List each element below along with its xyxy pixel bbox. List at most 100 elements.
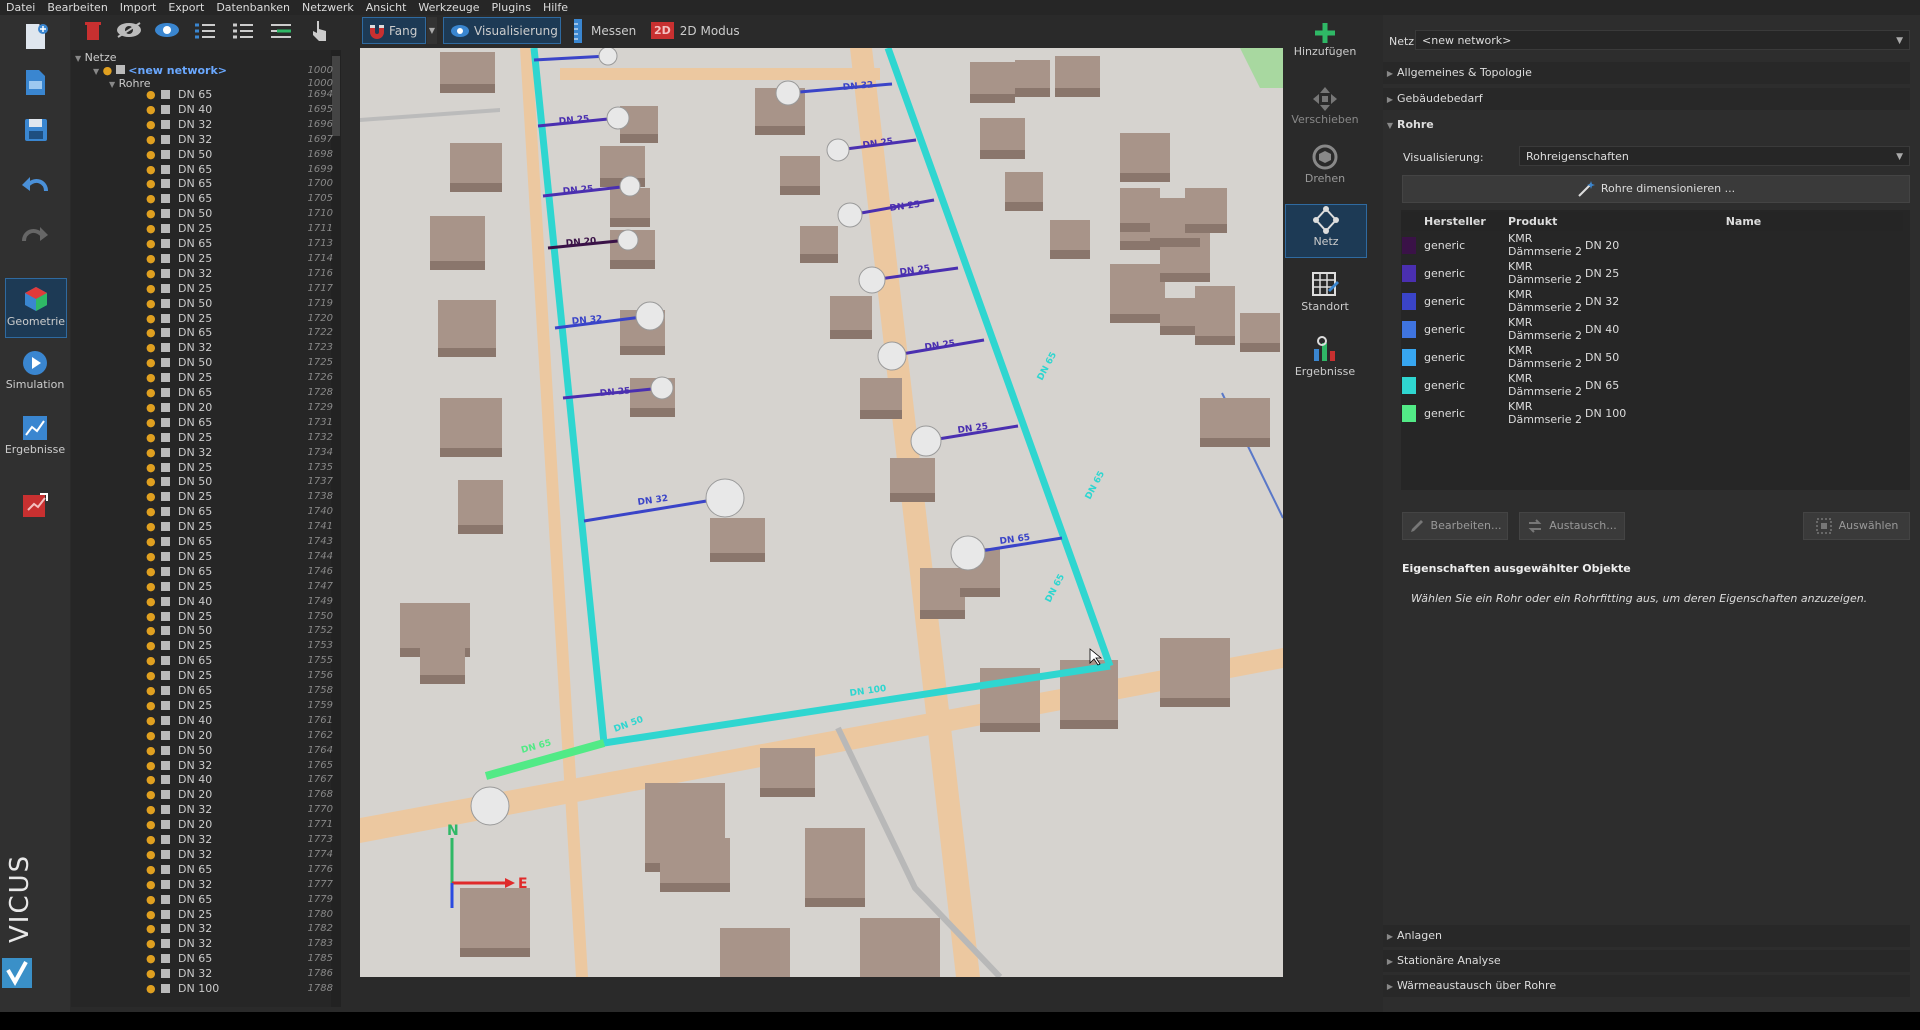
tree-pipe-item[interactable]: ● DN 40 1749: [71, 594, 341, 609]
substation-node[interactable]: [950, 535, 986, 571]
geometry-mode-button[interactable]: Geometrie: [5, 278, 67, 338]
menu-item[interactable]: Hilfe: [537, 0, 574, 15]
tree-pipe-item[interactable]: ● DN 65 1731: [71, 415, 341, 430]
checkbox-icon[interactable]: [161, 805, 170, 815]
tree-pipe-item[interactable]: ● DN 65 1694: [71, 87, 341, 102]
checkbox-icon[interactable]: [161, 179, 170, 189]
tree-pipe-item[interactable]: ● DN 25 1759: [71, 698, 341, 713]
checkbox-icon[interactable]: [161, 566, 170, 576]
bulb-icon[interactable]: ●: [146, 921, 156, 936]
checkbox-icon[interactable]: [161, 462, 170, 472]
hide-icon[interactable]: [115, 21, 143, 39]
bulb-icon[interactable]: ●: [146, 117, 156, 132]
tree-pipe-item[interactable]: ● DN 25 1753: [71, 638, 341, 653]
tree-pipe-item[interactable]: ● DN 25 1735: [71, 460, 341, 475]
tree-pipe-item[interactable]: ● DN 25 1747: [71, 579, 341, 594]
tree-pipe-item[interactable]: ● DN 50 1710: [71, 206, 341, 221]
bulb-icon[interactable]: ●: [146, 698, 156, 713]
substation-node[interactable]: [858, 266, 886, 294]
checkbox-icon[interactable]: [161, 253, 170, 263]
checkbox-icon[interactable]: [161, 700, 170, 710]
bulb-icon[interactable]: ●: [146, 653, 156, 668]
checkbox-icon[interactable]: [161, 969, 170, 979]
checkbox-icon[interactable]: [161, 715, 170, 725]
substation-node[interactable]: [910, 425, 942, 457]
bulb-icon[interactable]: ●: [146, 474, 156, 489]
bulb-icon[interactable]: ●: [146, 176, 156, 191]
menu-item[interactable]: Plugins: [486, 0, 537, 15]
tree-pipe-item[interactable]: ● DN 65 1776: [71, 862, 341, 877]
checkbox-icon[interactable]: [161, 358, 170, 368]
tree-pipe-item[interactable]: ● DN 32 1696: [71, 117, 341, 132]
bulb-icon[interactable]: ●: [146, 385, 156, 400]
bulb-icon[interactable]: ●: [146, 102, 156, 117]
bulb-icon[interactable]: ●: [146, 355, 156, 370]
tree-pipe-item[interactable]: ● DN 50 1737: [71, 474, 341, 489]
menu-item[interactable]: Export: [162, 0, 210, 15]
checkbox-icon[interactable]: [161, 626, 170, 636]
bulb-icon[interactable]: ●: [146, 445, 156, 460]
checkbox-icon[interactable]: [161, 790, 170, 800]
tree-pipe-item[interactable]: ● DN 20 1762: [71, 728, 341, 743]
checkbox-icon[interactable]: [161, 656, 170, 666]
tree-pipe-item[interactable]: ● DN 50 1719: [71, 296, 341, 311]
checkbox-icon[interactable]: [161, 954, 170, 964]
checkbox-icon[interactable]: [161, 373, 170, 383]
tree-pipe-item[interactable]: ● DN 20 1768: [71, 787, 341, 802]
checkbox-icon[interactable]: [161, 686, 170, 695]
bulb-icon[interactable]: ●: [146, 936, 156, 951]
show-icon[interactable]: [153, 21, 181, 39]
substation-node[interactable]: [598, 48, 618, 66]
checkbox-icon[interactable]: [161, 239, 170, 248]
checkbox-icon[interactable]: [161, 343, 170, 353]
bulb-icon[interactable]: ●: [146, 623, 156, 638]
measure-button[interactable]: Messen: [567, 17, 651, 44]
bulb-icon[interactable]: ●: [146, 966, 156, 981]
substation-node[interactable]: [470, 786, 510, 826]
tree-pipe-item[interactable]: ● DN 25 1738: [71, 489, 341, 504]
checkbox-icon[interactable]: [161, 820, 170, 830]
tree-pipe-item[interactable]: ● DN 32 1765: [71, 758, 341, 773]
tree-pipe-item[interactable]: ● DN 32 1734: [71, 445, 341, 460]
bulb-icon[interactable]: ●: [146, 206, 156, 221]
checkbox-icon[interactable]: [161, 849, 170, 859]
tree-pipe-item[interactable]: ● DN 50 1764: [71, 743, 341, 758]
pointer-hand-icon[interactable]: [309, 19, 329, 43]
snap-button[interactable]: Fang: [362, 17, 426, 44]
checkbox-icon[interactable]: [161, 447, 170, 457]
checkbox-icon[interactable]: [161, 835, 170, 844]
substation-node[interactable]: [837, 202, 863, 228]
bulb-icon[interactable]: ●: [146, 236, 156, 251]
tree-pipe-item[interactable]: ● DN 32 1770: [71, 802, 341, 817]
tree-pipe-item[interactable]: ● DN 20 1729: [71, 400, 341, 415]
tree-pipe-item[interactable]: ● DN 25 1714: [71, 251, 341, 266]
menu-item[interactable]: Ansicht: [360, 0, 413, 15]
bulb-icon[interactable]: ●: [146, 340, 156, 355]
checkbox-icon[interactable]: [161, 119, 170, 129]
substation-node[interactable]: [606, 106, 630, 130]
checkbox-icon[interactable]: [161, 134, 170, 144]
checkbox-icon[interactable]: [161, 909, 170, 919]
tree-pipe-item[interactable]: ● DN 65 1713: [71, 236, 341, 251]
menu-item[interactable]: Netzwerk: [296, 0, 360, 15]
checkbox-icon[interactable]: [161, 745, 170, 755]
bulb-icon[interactable]: ●: [146, 489, 156, 504]
checkbox-icon[interactable]: [161, 879, 170, 889]
bulb-icon[interactable]: ●: [146, 519, 156, 534]
bulb-icon[interactable]: ●: [146, 683, 156, 698]
tree-pipe-item[interactable]: ● DN 65 1755: [71, 653, 341, 668]
checkbox-icon[interactable]: [161, 894, 170, 904]
bulb-icon[interactable]: ●: [146, 638, 156, 653]
tree-pipe-item[interactable]: ● DN 40 1695: [71, 102, 341, 117]
open-file-button[interactable]: [5, 67, 65, 103]
checkbox-icon[interactable]: [161, 402, 170, 412]
checkbox-icon[interactable]: [161, 924, 170, 934]
filter-list-icon[interactable]: [269, 21, 293, 41]
bulb-icon[interactable]: ●: [146, 534, 156, 549]
add-button[interactable]: Hinzufügen: [1285, 21, 1365, 73]
checkbox-icon[interactable]: [161, 507, 170, 517]
bulb-icon[interactable]: ●: [146, 311, 156, 326]
checkbox-icon[interactable]: [161, 864, 170, 874]
swap-pipe-button[interactable]: Austausch...: [1519, 512, 1625, 540]
bulb-icon[interactable]: ●: [146, 594, 156, 609]
